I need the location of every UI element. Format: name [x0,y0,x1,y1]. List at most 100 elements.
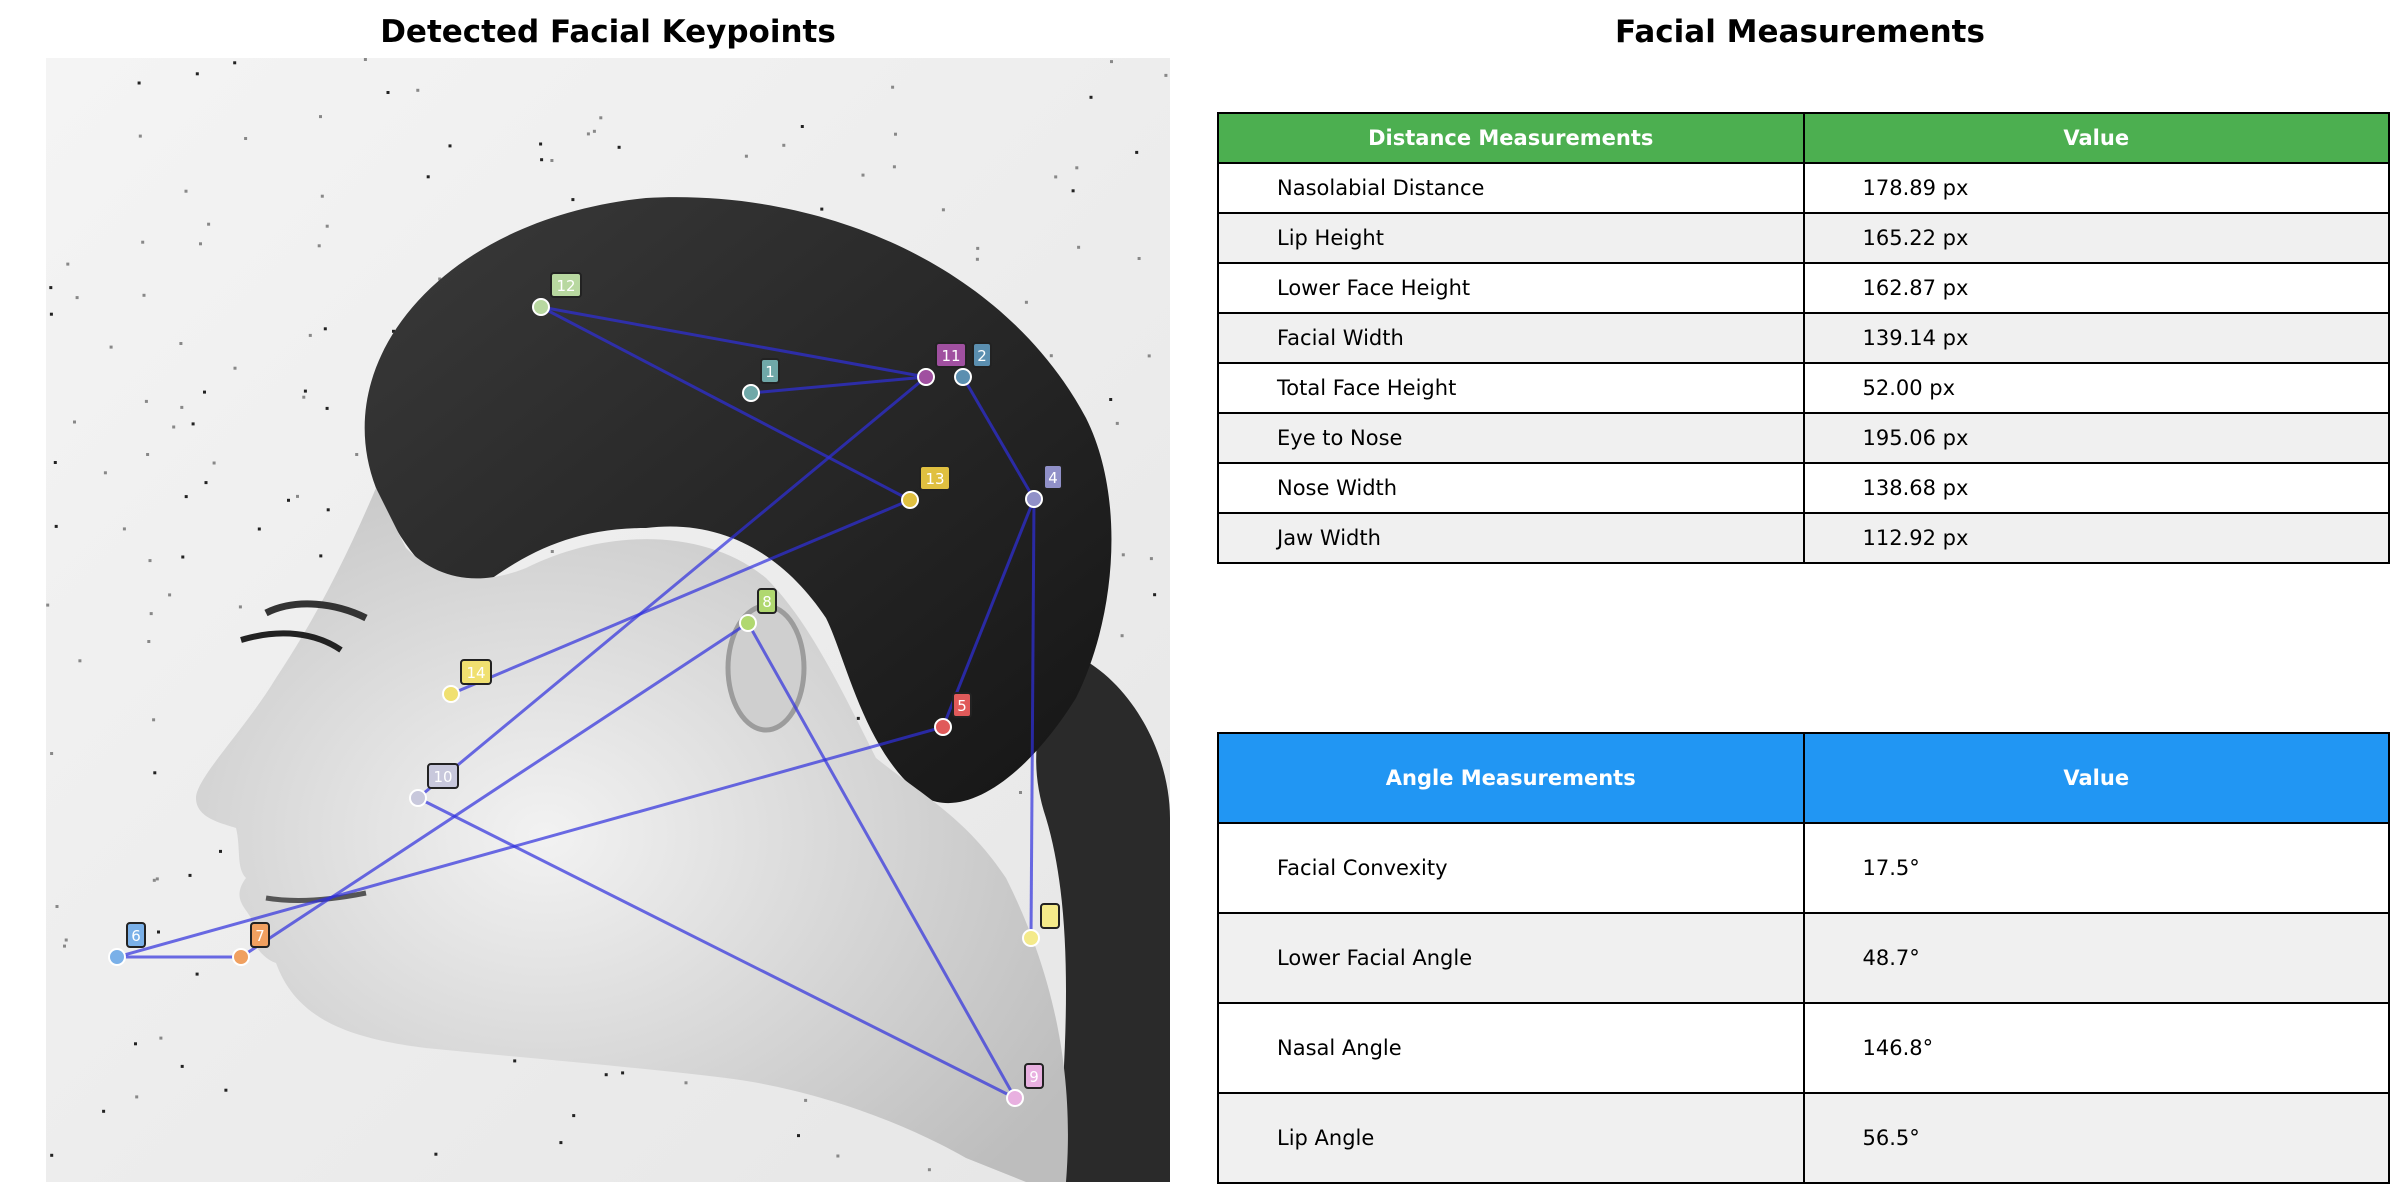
keypoint-label: 13 [925,470,944,488]
angle-name: Lip Angle [1217,1092,1805,1184]
distance-name: Nasolabial Distance [1217,162,1805,214]
noise-speck [75,296,79,300]
angle-name: Facial Convexity [1217,822,1805,914]
noise-speck [141,240,145,244]
noise-speck [800,125,804,128]
distance-value: 138.68 px [1802,462,2390,514]
noise-speck [134,1042,137,1046]
noise-speck [257,527,261,531]
noise-speck [599,116,603,120]
noise-speck [146,453,150,456]
keypoint-dot [901,491,919,509]
noise-speck [153,771,157,775]
angle-value: 48.7° [1802,912,2390,1004]
distance-value: 195.06 px [1802,412,2390,464]
noise-speck [1115,421,1119,425]
noise-speck [1109,398,1113,401]
noise-speck [287,498,290,502]
distance-row: Jaw Width 112.92 px [1217,512,2390,564]
noise-speck [66,262,70,266]
noise-speck [323,327,327,331]
noise-speck [892,165,896,169]
noise-speck [782,143,786,147]
noise-speck [539,142,543,146]
noise-speck [894,132,897,136]
noise-speck [317,244,321,248]
noise-speck [891,85,895,89]
keypoint-label-box [1040,903,1060,929]
keypoint-label: 2 [977,347,987,365]
noise-speck [804,1098,808,1102]
angle-name: Lower Facial Angle [1217,912,1805,1004]
distance-name: Total Face Height [1217,362,1805,414]
noise-speck [180,1064,184,1068]
noise-speck [78,659,82,663]
noise-speck [168,593,172,597]
noise-speck [55,905,59,908]
noise-speck [155,877,159,881]
noise-speck [303,389,307,393]
noise-speck [184,189,188,193]
noise-speck [325,224,329,228]
noise-speck [54,524,58,528]
noise-speck [308,333,312,337]
noise-speck [617,145,621,149]
noise-speck [416,88,420,92]
keypoint-label: 6 [131,927,141,945]
noise-speck [592,129,596,133]
keypoint-label: 10 [433,768,452,786]
keypoint-dot [532,298,550,316]
distance-name: Eye to Nose [1217,412,1805,464]
noise-speck [386,91,390,94]
noise-speck [53,461,57,464]
angle-value: 56.5° [1802,1092,2390,1184]
noise-speck [1071,189,1075,193]
noise-speck [326,508,330,512]
noise-speck [1110,60,1113,64]
keypoint-dot [232,948,250,966]
angle-name: Nasal Angle [1217,1002,1805,1094]
noise-speck [144,399,148,403]
noise-speck [142,293,146,297]
noise-speck [64,938,68,942]
noise-speck [296,494,299,498]
noise-speck [135,1095,139,1099]
noise-speck [148,559,152,563]
distance-value: 165.22 px [1802,212,2390,264]
noise-speck [836,1154,840,1158]
noise-speck [207,222,211,226]
keypoint-label: 14 [466,664,485,682]
right-panel-title: Facial Measurements [1615,14,1985,50]
noise-speck [621,1071,625,1075]
distance-row: Nasolabial Distance 178.89 px [1217,162,2390,214]
left-panel-title: Detected Facial Keypoints [380,14,836,50]
noise-speck [73,420,76,424]
distance-header-value: Value [1802,112,2390,164]
keypoint-dot [442,685,460,703]
distance-name: Lip Height [1217,212,1805,264]
keypoint-dot [739,614,757,632]
keypoint-dot [742,384,760,402]
angle-row: Lip Angle 56.5° [1217,1092,2390,1184]
noise-speck [195,972,199,976]
angle-row: Lower Facial Angle 48.7° [1217,912,2390,1004]
noise-speck [550,159,554,162]
noise-speck [856,716,860,720]
noise-speck [191,422,195,426]
noise-speck [50,752,54,755]
noise-speck [195,72,199,76]
distance-header-name: Distance Measurements [1217,112,1805,164]
noise-speck [355,453,359,456]
distance-name: Nose Width [1217,462,1805,514]
noise-speck [103,471,107,475]
noise-speck [604,1073,608,1077]
distance-name: Lower Face Height [1217,262,1805,314]
noise-speck [244,137,248,140]
angle-value: 17.5° [1802,822,2390,914]
noise-speck [50,1153,54,1157]
noise-speck [927,1168,931,1172]
keypoint-label: 11 [941,347,960,365]
noise-speck [559,1141,563,1145]
distance-table-header: Distance Measurements Value [1217,112,2390,164]
distance-row: Lip Height 165.22 px [1217,212,2390,264]
